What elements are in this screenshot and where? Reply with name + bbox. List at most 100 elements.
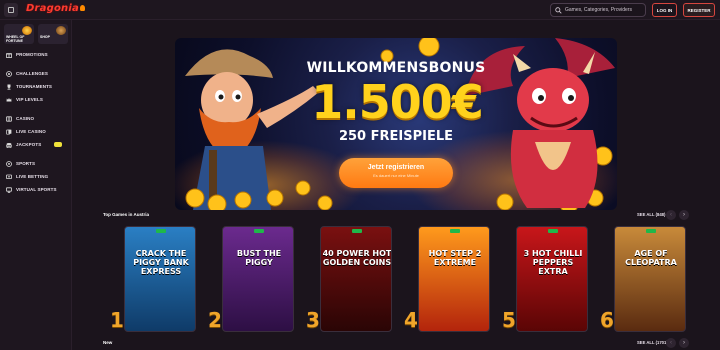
game-rank-number: 4 xyxy=(404,308,418,332)
promo-tile-label: SHOP xyxy=(40,35,50,39)
shop-tile[interactable]: SHOP xyxy=(38,24,68,44)
game-thumbnail[interactable]: HOT STEP 2 EXTREME xyxy=(418,226,490,332)
sidebar-nav: PROMOTIONS CHALLENGES TOURNAMENTS VIP LE… xyxy=(4,48,68,196)
sidebar-item-virtual-sports[interactable]: VIRTUAL SPORTS xyxy=(4,183,68,196)
game-tag-badge xyxy=(548,229,558,233)
jackpot-badge xyxy=(54,142,62,147)
game-title: 3 HOT CHILLI PEPPERS EXTRA xyxy=(523,249,583,276)
section-title: Top Games in Austria xyxy=(103,212,150,217)
sidebar-item-label: VIRTUAL SPORTS xyxy=(16,187,57,192)
game-tile[interactable]: AGE OF CLEOPATRA 6 xyxy=(600,226,686,332)
brand-logo[interactable]: Dragonia xyxy=(26,3,85,14)
login-button[interactable]: LOG IN xyxy=(652,3,677,17)
wheel-of-fortune-tile[interactable]: WHEEL OF FORTUNE xyxy=(4,24,34,44)
game-tile[interactable]: HOT STEP 2 EXTREME 4 xyxy=(404,226,490,332)
free-spins-text: 250 FREISPIELE xyxy=(338,129,454,144)
chevron-left-icon: ‹ xyxy=(670,340,672,346)
game-tile[interactable]: CRACK THE PIGGY BANK EXPRESS 1 xyxy=(110,226,196,332)
sidebar-item-sports[interactable]: SPORTS xyxy=(4,157,68,170)
cards-icon xyxy=(6,129,12,135)
sidebar-item-label: LIVE BETTING xyxy=(16,174,49,179)
logo-flame-icon xyxy=(79,5,85,11)
crown-icon xyxy=(6,97,12,103)
monitor-icon xyxy=(6,186,12,193)
top-bar: Dragonia LOG IN REGISTER xyxy=(0,0,720,20)
sidebar-item-live-betting[interactable]: LIVE BETTING xyxy=(4,170,68,183)
game-rank-number: 1 xyxy=(110,308,124,332)
see-all-link[interactable]: SEE ALL (1701) xyxy=(637,340,668,345)
game-tag-badge xyxy=(254,229,264,233)
register-button[interactable]: REGISTER xyxy=(683,3,715,17)
top-games-row: CRACK THE PIGGY BANK EXPRESS 1 BUST THE PI… xyxy=(110,222,700,334)
sidebar-item-tournaments[interactable]: TOURNAMENTS xyxy=(4,80,68,93)
sidebar-item-jackpots[interactable]: JACKPOTS xyxy=(4,138,68,151)
promo-tile-label: WHEEL OF FORTUNE xyxy=(6,35,25,43)
promo-tiles: WHEEL OF FORTUNE SHOP xyxy=(4,24,68,44)
chevron-right-icon: › xyxy=(683,212,685,218)
chevron-left-icon: ‹ xyxy=(670,212,672,218)
new-games-title: New xyxy=(103,340,113,345)
sidebar-item-label: PROMOTIONS xyxy=(16,52,48,57)
sidebar-item-vip-levels[interactable]: VIP LEVELS xyxy=(4,93,68,106)
live-icon xyxy=(6,174,12,180)
sidebar-item-label: CHALLENGES xyxy=(16,71,49,76)
sidebar-item-casino[interactable]: CASINO xyxy=(4,112,68,125)
coins-icon xyxy=(6,142,12,148)
ball-icon xyxy=(6,160,12,167)
game-title: HOT STEP 2 EXTREME xyxy=(428,249,482,267)
see-all-link[interactable]: SEE ALL (848) xyxy=(637,212,665,217)
sidebar-item-label: LIVE CASINO xyxy=(16,129,46,134)
target-icon xyxy=(6,70,12,77)
game-rank-number: 5 xyxy=(502,308,516,332)
game-tag-badge xyxy=(352,229,362,233)
top-games-header: Top Games in Austria SEE ALL (848) ‹ › xyxy=(103,210,689,220)
game-tile[interactable]: BUST THE PIGGY 2 xyxy=(208,226,294,332)
game-thumbnail[interactable]: 3 HOT CHILLI PEPPERS EXTRA xyxy=(516,226,588,332)
search-input[interactable] xyxy=(565,7,645,13)
sidebar-toggle-icon xyxy=(8,7,14,13)
game-title: 40 POWER HOT GOLDEN COINS xyxy=(322,249,392,267)
game-title: CRACK THE PIGGY BANK EXPRESS xyxy=(133,249,189,276)
game-rank-number: 3 xyxy=(306,308,320,332)
prev-arrow-button[interactable]: ‹ xyxy=(666,338,676,348)
game-tag-badge xyxy=(646,229,656,233)
game-thumbnail[interactable]: CRACK THE PIGGY BANK EXPRESS xyxy=(124,226,196,332)
bonus-amount: 1.500€ xyxy=(311,75,484,129)
game-thumbnail[interactable]: 40 POWER HOT GOLDEN COINS xyxy=(320,226,392,332)
banner-headline: WILLKOMMENSBONUS xyxy=(306,60,486,76)
wheel-icon xyxy=(22,26,32,35)
game-thumbnail[interactable]: AGE OF CLEOPATRA xyxy=(614,226,686,332)
sidebar-item-label: VIP LEVELS xyxy=(16,97,43,102)
sidebar-item-label: CASINO xyxy=(16,116,35,121)
game-rank-number: 2 xyxy=(208,308,222,332)
chevron-right-icon: › xyxy=(683,340,685,346)
sidebar-toggle-button[interactable] xyxy=(4,3,18,17)
sidebar-item-live-casino[interactable]: LIVE CASINO xyxy=(4,125,68,138)
game-title: BUST THE PIGGY xyxy=(236,249,282,267)
casino-app: Dragonia LOG IN REGISTER WHEEL OF FORTUN… xyxy=(0,0,720,350)
game-tile[interactable]: 3 HOT CHILLI PEPPERS EXTRA 5 xyxy=(502,226,588,332)
search-icon xyxy=(555,6,562,14)
search-box[interactable] xyxy=(550,3,646,17)
register-cta-button[interactable]: Jetzt registrieren Es dauert nur eine Mi… xyxy=(339,158,453,188)
sidebar-item-label: JACKPOTS xyxy=(16,142,42,147)
game-title: AGE OF CLEOPATRA xyxy=(625,249,677,267)
chest-icon xyxy=(56,26,66,35)
prev-arrow-button[interactable]: ‹ xyxy=(666,210,676,220)
sidebar-item-label: SPORTS xyxy=(16,161,36,166)
trophy-icon xyxy=(6,84,12,90)
welcome-bonus-banner[interactable]: WILLKOMMENSBONUS 1.500€ 250 FREISPIELE J… xyxy=(175,38,617,210)
cta-subtext: Es dauert nur eine Minute xyxy=(373,173,419,178)
cta-label: Jetzt registrieren xyxy=(367,164,425,171)
sidebar-item-challenges[interactable]: CHALLENGES xyxy=(4,67,68,80)
game-thumbnail[interactable]: BUST THE PIGGY xyxy=(222,226,294,332)
game-tile[interactable]: 40 POWER HOT GOLDEN COINS 3 xyxy=(306,226,392,332)
game-tag-badge xyxy=(450,229,460,233)
sidebar-item-promotions[interactable]: PROMOTIONS xyxy=(4,48,68,61)
next-arrow-button[interactable]: › xyxy=(679,338,689,348)
game-rank-number: 6 xyxy=(600,308,614,332)
sidebar-item-label: TOURNAMENTS xyxy=(16,84,53,89)
next-arrow-button[interactable]: › xyxy=(679,210,689,220)
slot-icon xyxy=(6,115,12,122)
gift-icon xyxy=(6,52,12,58)
